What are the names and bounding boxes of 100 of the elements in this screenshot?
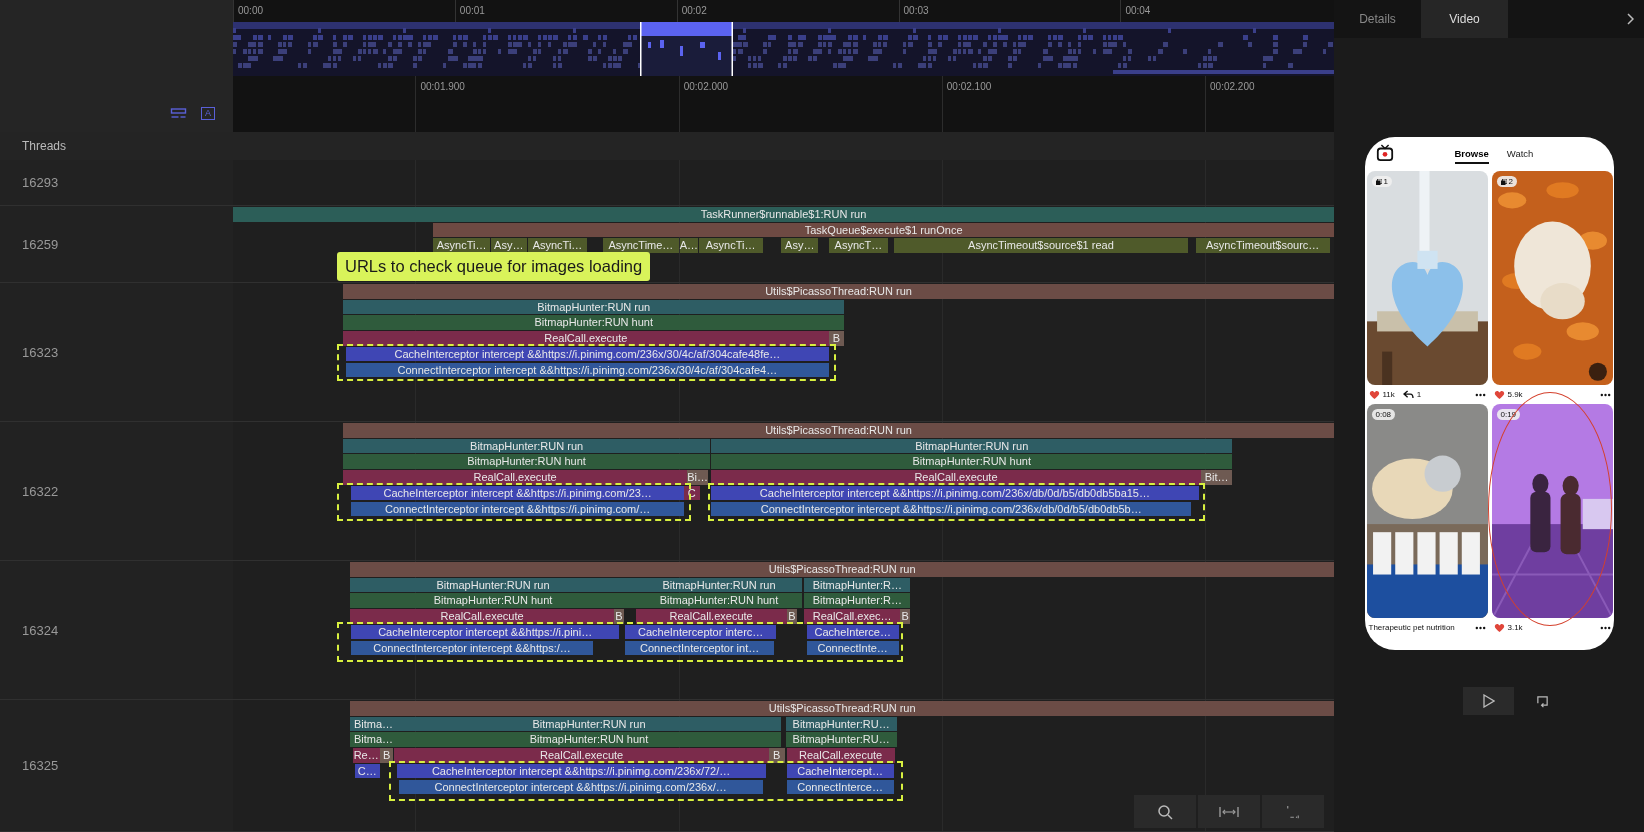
trace-slice[interactable]: AsyncTimeout$source$1 read: [893, 238, 1189, 254]
trace-slice[interactable]: Bitma…: [350, 716, 397, 732]
annotation-label: URLs to check queue for images loading: [337, 252, 651, 281]
range-selection[interactable]: [640, 22, 733, 76]
trace-slice[interactable]: BitmapHunter:RUN run: [343, 299, 845, 315]
trace-slice[interactable]: RealCall.execute: [786, 748, 895, 763]
trace-slice[interactable]: AsyncTi…: [698, 238, 763, 254]
trace-slice[interactable]: Utils$PicassoThread:RUN run: [343, 423, 1334, 438]
pin-count-badge: 1: [1371, 176, 1392, 187]
more-icon[interactable]: [1599, 392, 1611, 397]
like-count: 11k: [1382, 390, 1395, 399]
trace-slice[interactable]: BitmapHunter:RUN run: [350, 577, 636, 593]
trace-slice[interactable]: Bi…: [687, 470, 708, 485]
chevron-right-icon[interactable]: [1626, 13, 1634, 25]
trace-slice[interactable]: CacheInterceptor intercept &&https://i.pinimg.com/236x/db/0d/b5/db0db5ba15…: [711, 485, 1199, 501]
thread-id: 16323: [22, 344, 59, 360]
trace-slice[interactable]: ConnectInterceptor intercept &&https://i.pinimg.com/236x/30/4c/af/304cafe4…: [346, 362, 829, 378]
reply-arrow-icon[interactable]: [1402, 390, 1414, 399]
trace-slice[interactable]: B: [786, 609, 798, 624]
trace-slice[interactable]: AsyncTime…: [603, 238, 679, 254]
more-icon[interactable]: [1474, 625, 1486, 630]
trace-slice[interactable]: Utils$PicassoThread:RUN run: [350, 562, 1334, 577]
time-tick-label: 00:02.100: [946, 81, 992, 92]
trace-slice[interactable]: BitmapHunter:RUN hunt: [343, 315, 845, 331]
trace-slice[interactable]: B: [899, 609, 911, 624]
trace-slice[interactable]: ConnectInte…: [806, 640, 899, 656]
span-width-button[interactable]: [1198, 795, 1260, 828]
trace-slice[interactable]: CacheInterce…: [806, 624, 899, 640]
replay-icon[interactable]: [1536, 694, 1549, 708]
trace-slice[interactable]: ConnectInterce…: [786, 779, 894, 795]
more-icon[interactable]: [1474, 392, 1486, 397]
trace-slice[interactable]: CacheInterceptor intercept &&https://i.pinimg.com/236x/30/4c/af/304cafe48fe…: [346, 346, 829, 362]
trace-slice[interactable]: BitmapHunter:RUN hunt: [350, 593, 636, 609]
trace-slice[interactable]: C…: [354, 763, 380, 779]
thread-id: 16259: [22, 236, 59, 252]
trace-slice[interactable]: ConnectInterceptor intercept &&https://i.pinimg.com/236x/db/0d/b5/db0db5b…: [711, 501, 1192, 517]
trace-slice[interactable]: BitmapHunter:RUN hunt: [396, 732, 782, 748]
trace-slice[interactable]: B: [613, 609, 625, 624]
thread-id: 16293: [22, 175, 59, 190]
trace-slice[interactable]: Utils$PicassoThread:RUN run: [350, 701, 1334, 716]
heart-icon[interactable]: [1493, 389, 1505, 400]
time-tick-label: 00:04: [1125, 5, 1151, 16]
trace-slice[interactable]: Asy…: [781, 238, 819, 254]
panel-tab[interactable]: Video: [1421, 0, 1508, 38]
stack-icon: [1375, 178, 1382, 185]
feed-tab[interactable]: Watch: [1506, 144, 1534, 164]
duration-badge: 0:08: [1371, 409, 1396, 420]
feed-tab[interactable]: Browse: [1454, 144, 1489, 164]
trace-slice[interactable]: CacheInterceptor intercept &&https://i.pini…: [351, 624, 619, 640]
trace-slice[interactable]: Bit…: [1200, 470, 1233, 485]
trace-slice[interactable]: BitmapHunter:RUN run: [396, 716, 782, 732]
trace-slice[interactable]: CacheInterceptor intercept &&https://i.pinimg.com/236x/72/…: [396, 763, 766, 779]
trace-slice[interactable]: TaskRunner$runnable$1:RUN run: [233, 207, 1334, 222]
trace-slice[interactable]: RealCall.execute: [343, 331, 829, 346]
time-tick-label: 00:02.000: [683, 81, 729, 92]
trace-slice[interactable]: BitmapHunter:R…: [804, 577, 911, 593]
trace-slice[interactable]: RealCall.exec…: [804, 609, 900, 624]
play-button[interactable]: [1463, 687, 1514, 715]
trace-slice[interactable]: ConnectInterceptor intercept &&https://i.pinimg.com/…: [351, 501, 684, 517]
trace-slice[interactable]: Re…: [352, 748, 380, 763]
play-icon: [1482, 694, 1495, 708]
trace-slice[interactable]: BitmapHunter:RUN run: [635, 577, 803, 593]
tv-icon[interactable]: [1375, 144, 1394, 162]
thread-id: 16322: [22, 483, 59, 499]
search-icon: [1157, 803, 1173, 820]
trace-slice[interactable]: Utils$PicassoThread:RUN run: [343, 284, 1334, 299]
share-count: 1: [1416, 390, 1422, 399]
trace-slice[interactable]: CacheInterceptor intercept &&https://i.pinimg.com/23…: [351, 485, 684, 501]
trace-slice[interactable]: BitmapHunter:R…: [804, 593, 911, 609]
search-button[interactable]: [1134, 795, 1196, 828]
trace-slice[interactable]: RealCall.execute: [343, 470, 687, 485]
trace-slice[interactable]: RealCall.execute: [394, 748, 769, 763]
trace-slice[interactable]: BitmapHunter:RU…: [785, 732, 897, 748]
trace-slice[interactable]: RealCall.execute: [711, 470, 1201, 485]
trace-slice[interactable]: RealCall.execute: [635, 609, 787, 624]
time-tick-label: 00:00: [238, 5, 264, 16]
trace-slice[interactable]: AsyncTimeout$sourc…: [1195, 238, 1330, 254]
like-count: 5.9k: [1507, 390, 1523, 399]
threads-header: Threads: [22, 139, 67, 153]
trace-slice[interactable]: AsyncT…: [828, 238, 889, 254]
trace-slice[interactable]: RealCall.execute: [350, 609, 614, 624]
trace-slice[interactable]: ConnectInterceptor intercept &&https:/…: [351, 640, 593, 656]
trace-slice[interactable]: BitmapHunter:RUN run: [343, 438, 711, 454]
trace-slice[interactable]: BitmapHunter:RUN hunt: [343, 454, 711, 470]
trace-slice[interactable]: TaskQueue$execute$1 runOnce: [433, 222, 1334, 238]
heart-icon[interactable]: [1368, 389, 1380, 400]
trace-slice[interactable]: BitmapHunter:RU…: [785, 716, 897, 732]
trace-slice[interactable]: CacheIntercept…: [786, 763, 894, 779]
thread-id: 16325: [22, 758, 59, 773]
trace-slice[interactable]: ConnectInterceptor int…: [625, 640, 775, 656]
trace-slice[interactable]: ConnectInterceptor intercept &&https://i.pinimg.com/236x/…: [398, 779, 763, 795]
trace-slice[interactable]: CacheInterceptor interc…: [625, 624, 777, 640]
trace-slice[interactable]: BitmapHunter:RUN hunt: [635, 593, 803, 609]
panel-tab[interactable]: Details: [1334, 0, 1421, 38]
more-icon[interactable]: [1599, 625, 1611, 630]
trace-slice[interactable]: BitmapHunter:RUN hunt: [711, 454, 1233, 470]
list-view-icon[interactable]: [170, 107, 187, 120]
trace-slice[interactable]: Bitma…: [350, 732, 397, 748]
trace-slice[interactable]: BitmapHunter:RUN run: [711, 438, 1233, 454]
heart-icon[interactable]: [1493, 622, 1505, 633]
